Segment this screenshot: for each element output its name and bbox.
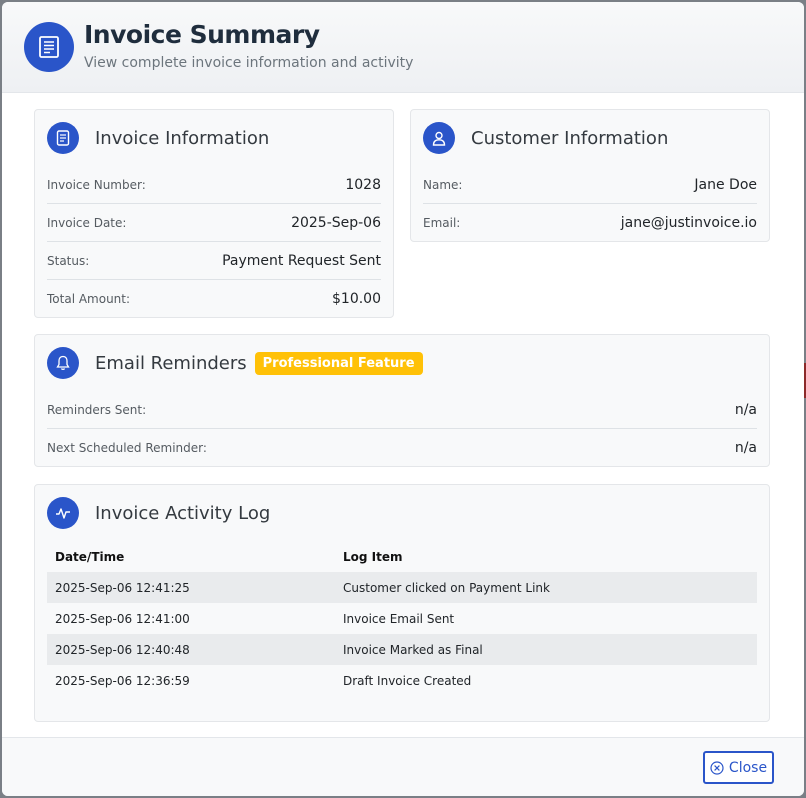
activity-log-card: Invoice Activity Log Date/Time Log Item … — [34, 484, 770, 722]
professional-feature-badge: Professional Feature — [254, 351, 423, 375]
table-row: 2025-Sep-06 12:36:59 Draft Invoice Creat… — [47, 665, 757, 696]
customer-info-card: Customer Information Name: Jane Doe Emai… — [410, 109, 770, 242]
reminders-sent-row: Reminders Sent: n/a — [47, 391, 757, 429]
close-button-label: Close — [728, 759, 768, 776]
invoice-summary-modal: Invoice Summary View complete invoice in… — [2, 2, 804, 796]
log-item: Draft Invoice Created — [343, 673, 472, 688]
email-reminders-card: Email Reminders Professional Feature Rem… — [34, 334, 770, 467]
document-icon — [47, 122, 79, 154]
invoice-number-value: 1028 — [345, 176, 381, 193]
field-label: Invoice Date: — [47, 215, 127, 230]
modal-header: Invoice Summary View complete invoice in… — [2, 2, 804, 93]
field-label: Email: — [423, 216, 461, 230]
log-datetime: 2025-Sep-06 12:40:48 — [47, 634, 335, 665]
invoice-date-value: 2025-Sep-06 — [291, 214, 381, 231]
invoice-number-row: Invoice Number: 1028 — [47, 166, 381, 204]
next-reminder-row: Next Scheduled Reminder: n/a — [47, 429, 757, 467]
column-header-datetime: Date/Time — [55, 549, 125, 564]
status-value: Payment Request Sent — [222, 252, 381, 269]
activity-pulse-icon — [47, 497, 79, 529]
total-amount-value: $10.00 — [332, 291, 381, 307]
modal-title: Invoice Summary — [84, 20, 320, 49]
modal-footer: Close — [2, 737, 804, 796]
customer-email-value: jane@justinvoice.io — [620, 215, 757, 231]
receipt-icon — [24, 22, 74, 72]
activity-log-title: Invoice Activity Log — [95, 502, 271, 524]
log-item: Invoice Marked as Final — [335, 634, 757, 665]
log-item: Invoice Email Sent — [343, 611, 455, 626]
log-item: Customer clicked on Payment Link — [335, 572, 757, 603]
field-label: Total Amount: — [47, 292, 131, 306]
customer-email-row: Email: jane@justinvoice.io — [423, 204, 757, 242]
customer-name-row: Name: Jane Doe — [423, 166, 757, 204]
modal-body: Invoice Information Invoice Number: 1028… — [2, 93, 804, 739]
invoice-info-card: Invoice Information Invoice Number: 1028… — [34, 109, 394, 318]
table-row: 2025-Sep-06 12:41:25 Customer clicked on… — [47, 572, 757, 603]
invoice-info-title: Invoice Information — [95, 127, 270, 149]
log-datetime: 2025-Sep-06 12:36:59 — [55, 673, 190, 688]
user-icon — [423, 122, 455, 154]
email-reminders-title: Email Reminders — [95, 352, 247, 374]
bell-icon — [47, 347, 79, 379]
status-row: Status: Payment Request Sent — [47, 242, 381, 280]
log-datetime: 2025-Sep-06 12:41:00 — [55, 611, 190, 626]
modal-subtitle: View complete invoice information and ac… — [84, 55, 414, 71]
customer-name-value: Jane Doe — [694, 176, 757, 193]
field-label: Reminders Sent: — [47, 402, 147, 417]
reminders-sent-value: n/a — [734, 401, 757, 418]
field-label: Next Scheduled Reminder: — [47, 441, 207, 455]
table-row: 2025-Sep-06 12:40:48 Invoice Marked as F… — [47, 634, 757, 665]
column-header-log-item: Log Item — [343, 549, 403, 564]
table-row: 2025-Sep-06 12:41:00 Invoice Email Sent — [47, 603, 757, 634]
activity-log-table: Date/Time Log Item 2025-Sep-06 12:41:25 … — [47, 541, 757, 696]
log-datetime: 2025-Sep-06 12:41:25 — [47, 572, 335, 603]
field-label: Name: — [423, 177, 463, 192]
total-amount-row: Total Amount: $10.00 — [47, 280, 381, 318]
customer-info-title: Customer Information — [471, 127, 669, 149]
invoice-date-row: Invoice Date: 2025-Sep-06 — [47, 204, 381, 242]
close-button[interactable]: Close — [703, 751, 774, 784]
field-label: Status: — [47, 253, 90, 268]
next-reminder-value: n/a — [734, 440, 757, 456]
close-circle-icon — [710, 760, 724, 775]
field-label: Invoice Number: — [47, 177, 146, 192]
